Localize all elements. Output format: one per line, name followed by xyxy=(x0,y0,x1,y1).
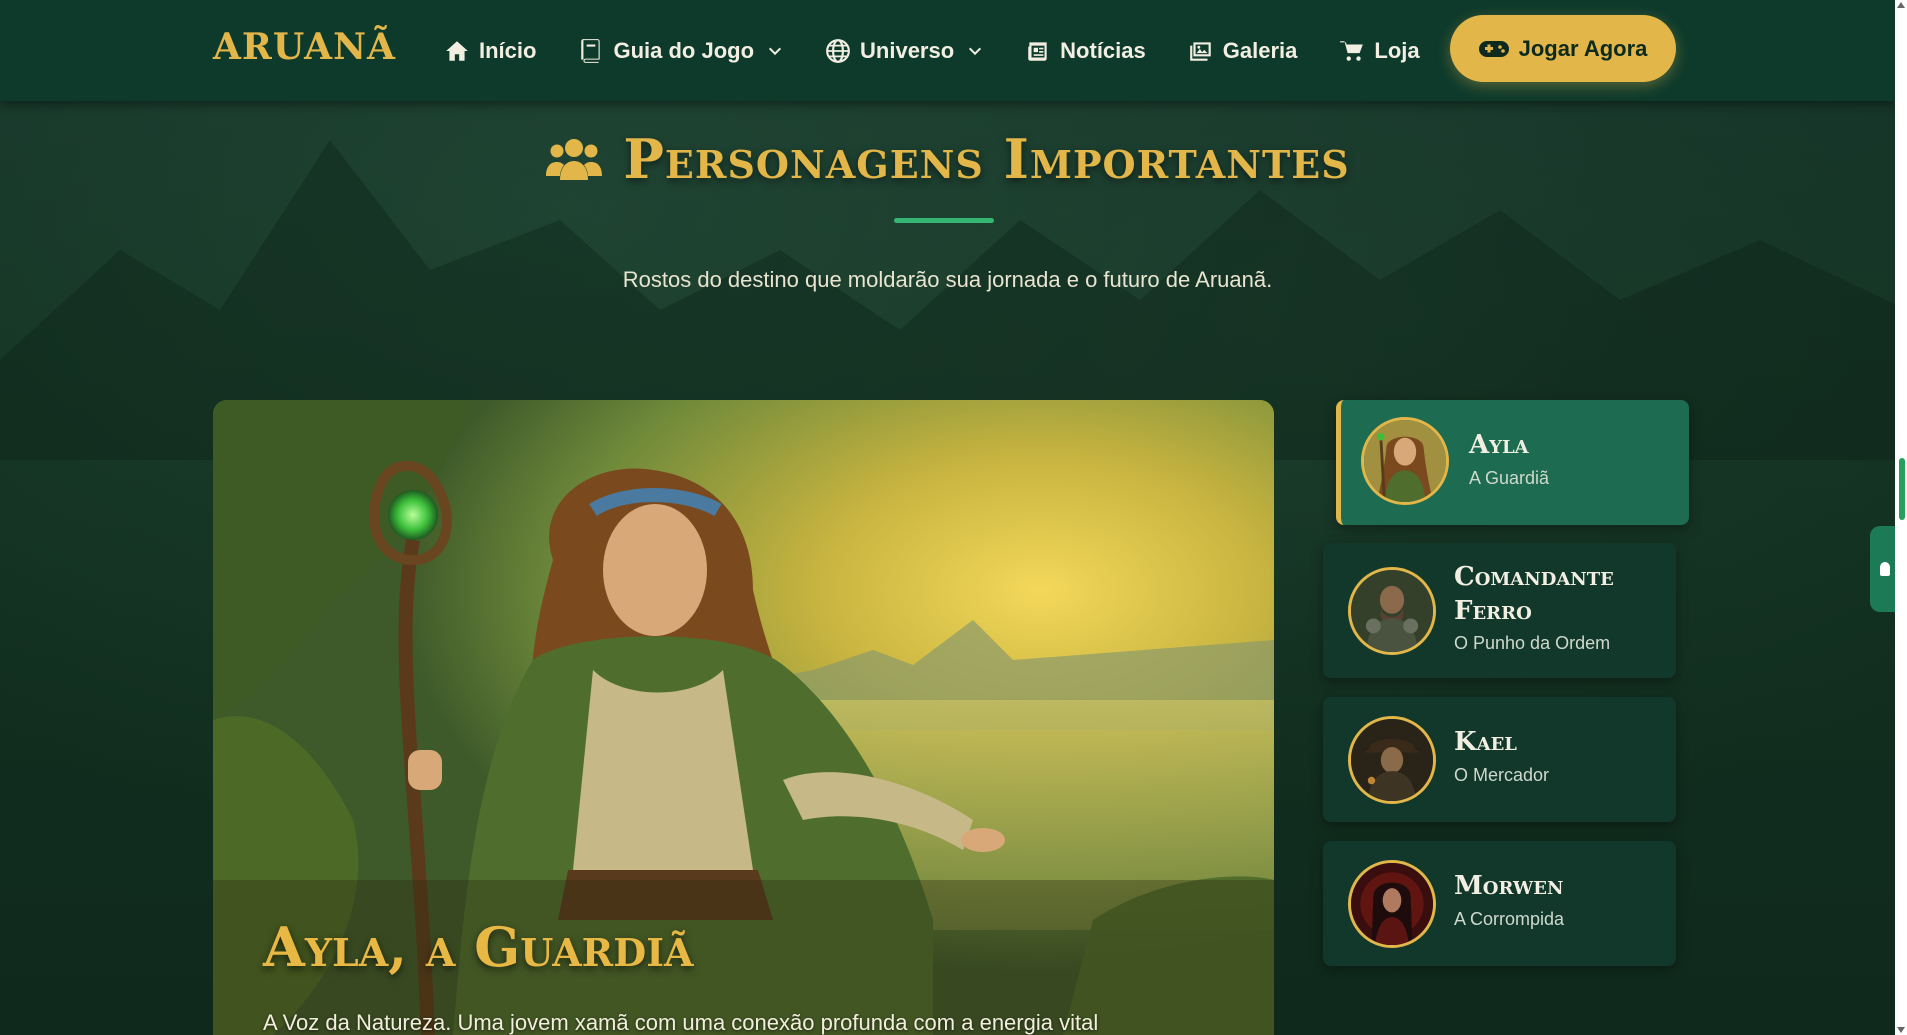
character-role: O Punho da Ordem xyxy=(1454,633,1611,653)
character-item-ayla[interactable]: Ayla A Guardiã xyxy=(1336,400,1689,525)
nav-item-inicio[interactable]: Início xyxy=(444,38,536,64)
avatar xyxy=(1361,417,1449,505)
title-divider xyxy=(894,218,994,223)
avatar xyxy=(1348,716,1436,804)
nav-item-label: Guia do Jogo xyxy=(613,37,755,63)
home-icon xyxy=(446,40,468,61)
morwen-avatar-image xyxy=(1351,863,1433,945)
brand-logo[interactable]: ARUANÃ xyxy=(213,26,396,68)
nav-item-label: Notícias xyxy=(1060,37,1146,63)
character-item-morwen[interactable]: Morwen A Corrompida xyxy=(1323,841,1676,966)
scroll-up-arrow-icon[interactable] xyxy=(1897,2,1905,8)
nav-item-loja[interactable]: Loja xyxy=(1339,37,1420,64)
character-name: Kael xyxy=(1454,727,1517,757)
character-role: O Mercador xyxy=(1454,765,1550,785)
character-role: A Corrompida xyxy=(1454,909,1565,929)
nav-item-galeria[interactable]: Galeria xyxy=(1188,37,1298,64)
section-heading: Personagens Importantes xyxy=(0,127,1895,191)
chevron-down-icon xyxy=(768,47,782,55)
book-icon xyxy=(581,38,601,63)
ferro-avatar-image xyxy=(1351,570,1433,652)
nav-item-universo[interactable]: Universo xyxy=(825,38,983,64)
avatar xyxy=(1348,567,1436,655)
images-icon xyxy=(1189,41,1211,61)
featured-character-card: Ayla, a Guardiã A Voz da Natureza. Uma j… xyxy=(213,400,1274,1035)
cart-icon xyxy=(1340,40,1364,61)
ayla-avatar-image xyxy=(1364,420,1446,502)
scrollbar-thumb[interactable] xyxy=(1899,458,1905,520)
nav-item-label: Galeria xyxy=(1222,37,1298,63)
users-icon xyxy=(546,139,603,180)
character-item-comandante-ferro[interactable]: Comandante Ferro O Punho da Ordem xyxy=(1323,543,1676,678)
chevron-down-icon xyxy=(969,47,982,55)
gamepad-icon xyxy=(1478,40,1509,57)
avatar xyxy=(1348,860,1436,948)
character-name: Morwen xyxy=(1454,871,1564,901)
kael-avatar-image xyxy=(1351,719,1433,801)
page-scrollbar[interactable] xyxy=(1895,0,1907,1035)
nav-item-label: Início xyxy=(479,37,537,63)
play-now-button[interactable]: Jogar Agora xyxy=(1450,15,1676,82)
nav-item-guia-do-jogo[interactable]: Guia do Jogo xyxy=(578,38,783,64)
top-navbar: ARUANÃ Início Guia do Jogo Universo Notí… xyxy=(0,0,1895,101)
featured-character-description: A Voz da Natureza. Uma jovem xamã com um… xyxy=(263,1010,1099,1035)
character-name: Ayla xyxy=(1469,430,1529,460)
character-item-kael[interactable]: Kael O Mercador xyxy=(1323,697,1676,822)
character-name: Comandante Ferro xyxy=(1454,562,1614,626)
accessibility-icon xyxy=(1880,562,1890,576)
featured-character-name: Ayla, a Guardiã xyxy=(263,915,694,979)
nav-item-label: Universo xyxy=(860,37,955,63)
nav-item-label: Loja xyxy=(1374,37,1420,63)
page-title: Personagens Importantes xyxy=(623,127,1350,191)
character-role: A Guardiã xyxy=(1469,468,1550,488)
play-now-label: Jogar Agora xyxy=(1518,35,1648,61)
globe-icon xyxy=(826,38,850,63)
scroll-down-arrow-icon[interactable] xyxy=(1897,1027,1905,1033)
section-subtitle: Rostos do destino que moldarão sua jorna… xyxy=(622,267,1273,292)
accessibility-side-tab[interactable] xyxy=(1870,526,1895,612)
nav-item-noticias[interactable]: Notícias xyxy=(1025,38,1146,64)
newspaper-icon xyxy=(1028,41,1047,61)
main-menu: Início Guia do Jogo Universo Notícias Ga… xyxy=(444,0,1462,101)
